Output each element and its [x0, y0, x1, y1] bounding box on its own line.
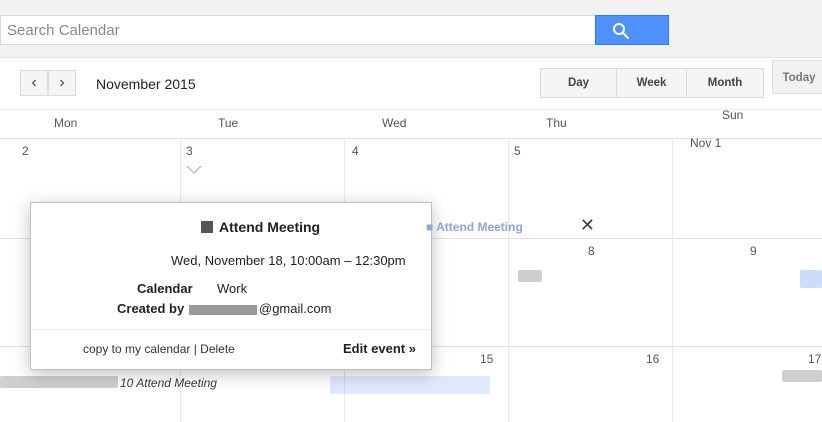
calendar-label: Calendar: [137, 281, 193, 296]
view-switcher: Day Week Month: [540, 68, 764, 98]
calendar-value: Work: [217, 281, 248, 296]
event-chip[interactable]: [518, 270, 542, 282]
close-icon[interactable]: ✕: [580, 215, 595, 236]
event-chip[interactable]: [782, 370, 822, 382]
created-by-email-domain: @gmail.com: [259, 301, 332, 316]
day-header-wed: Wed: [382, 116, 407, 130]
day-number[interactable]: 4: [352, 144, 359, 158]
background-event-label: Attend Meeting: [436, 220, 523, 234]
redacted-email: [189, 304, 257, 315]
popup-title-row: Attend Meeting: [201, 219, 320, 235]
today-button[interactable]: Today: [772, 60, 822, 94]
created-by-value: @gmail.com: [189, 301, 331, 316]
background-event-title[interactable]: ■ Attend Meeting: [426, 220, 523, 234]
day-number[interactable]: 8: [588, 244, 595, 258]
event-chip[interactable]: [330, 376, 490, 394]
day-number[interactable]: Nov 1: [690, 136, 721, 150]
day-header-thu: Thu: [546, 116, 567, 130]
calendar-color-swatch: [201, 221, 213, 233]
date-range-label: November 2015: [96, 76, 196, 92]
day-number[interactable]: 3: [186, 144, 193, 158]
day-number[interactable]: 16: [646, 352, 659, 366]
day-number[interactable]: 17: [808, 352, 821, 366]
prev-week-button[interactable]: ‹: [20, 70, 48, 96]
search-bar: [0, 0, 822, 58]
event-label[interactable]: 10 Attend Meeting: [120, 376, 217, 390]
day-header-mon: Mon: [54, 116, 78, 130]
day-number[interactable]: 2: [22, 144, 29, 158]
event-details-popup: Attend Meeting ✕ Wed, November 18, 10:00…: [30, 202, 595, 370]
event-chip[interactable]: [0, 376, 118, 388]
view-day-button[interactable]: Day: [541, 69, 617, 97]
popup-arrow-inner: [187, 165, 201, 172]
edit-event-link[interactable]: Edit event »: [343, 341, 416, 356]
view-week-button[interactable]: Week: [617, 69, 687, 97]
grid-line: [672, 138, 673, 422]
copy-delete-links[interactable]: copy to my calendar | Delete: [83, 342, 235, 356]
event-color-dot: ■: [426, 220, 437, 234]
search-button[interactable]: [595, 15, 669, 45]
day-header-tue: Tue: [218, 116, 239, 130]
calendar-toolbar: ‹ › November 2015 Day Week Month: [0, 58, 822, 110]
created-by-label: Created by: [117, 301, 185, 316]
search-input[interactable]: [0, 15, 596, 45]
day-number[interactable]: 5: [514, 144, 521, 158]
day-number[interactable]: 15: [480, 352, 493, 366]
day-header-sun: Sun: [722, 108, 744, 122]
day-number[interactable]: 9: [750, 244, 757, 258]
search-icon: [613, 23, 630, 40]
next-week-button[interactable]: ›: [48, 70, 76, 96]
event-title: Attend Meeting: [219, 219, 321, 235]
view-month-button[interactable]: Month: [687, 69, 763, 97]
event-time: Wed, November 18, 10:00am – 12:30pm: [171, 253, 406, 268]
grid-line: [508, 138, 509, 422]
popup-footer: copy to my calendar | Delete Edit event …: [31, 329, 431, 369]
event-chip[interactable]: [800, 270, 822, 288]
